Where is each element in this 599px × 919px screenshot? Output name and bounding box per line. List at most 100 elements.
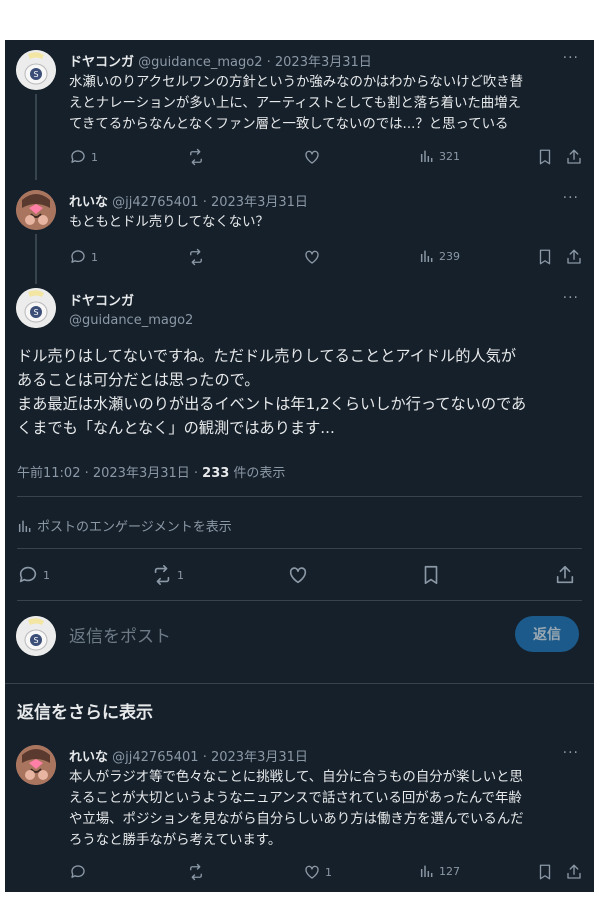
tweet-line: もともとドル売りしてなくない？ bbox=[69, 215, 269, 230]
reply-icon bbox=[71, 150, 85, 163]
avatar[interactable]: S bbox=[16, 288, 56, 328]
bookmark-button[interactable] bbox=[537, 148, 553, 166]
share-button[interactable] bbox=[565, 248, 583, 266]
retweet-button[interactable] bbox=[187, 863, 205, 881]
display-name[interactable]: ドヤコンガ bbox=[69, 55, 134, 70]
avatar[interactable] bbox=[16, 190, 56, 230]
reply-count: 1 bbox=[91, 150, 98, 164]
display-name[interactable]: ドヤコンガ bbox=[69, 290, 193, 309]
thread-line bbox=[35, 94, 37, 180]
timestamp[interactable]: 2023年3月31日 bbox=[211, 195, 308, 210]
more-options-icon[interactable]: ··· bbox=[563, 50, 579, 66]
view-label: 件の表示 bbox=[229, 466, 286, 481]
heart-icon bbox=[289, 567, 307, 584]
reply-button[interactable]: 1 bbox=[69, 248, 98, 266]
tweet-text: もともとドル売りしてなくない？ bbox=[69, 212, 269, 233]
share-button[interactable] bbox=[565, 863, 583, 881]
reply-icon bbox=[71, 250, 85, 263]
timestamp[interactable]: 2023年3月31日 bbox=[211, 750, 308, 765]
heart-icon bbox=[305, 250, 319, 264]
retweet-icon bbox=[190, 148, 202, 166]
tweet-thread: S ドヤコンガ @guidance_mago2 · 2023年3月31日 ···… bbox=[5, 40, 594, 892]
more-replies-heading: 返信をさらに表示 bbox=[17, 703, 153, 723]
user-handle[interactable]: @guidance_mago2 bbox=[138, 55, 262, 70]
engagement-label: ポストのエンゲージメントを表示 bbox=[37, 520, 232, 535]
action-bar: 1 1 bbox=[17, 564, 577, 588]
retweet-count: 1 bbox=[177, 568, 184, 582]
views-button[interactable]: 239 bbox=[419, 248, 460, 264]
share-icon bbox=[567, 249, 581, 264]
bookmark-icon bbox=[539, 249, 551, 265]
tweet-line: まあ最近は水瀬いのりが出るイベントは年1,2くらいしか行ってないのであ bbox=[17, 395, 527, 413]
retweet-button[interactable] bbox=[187, 148, 205, 166]
view-count: 127 bbox=[439, 864, 460, 878]
view-count: 233 bbox=[202, 466, 230, 481]
like-button[interactable] bbox=[303, 248, 321, 266]
reply-tweet[interactable]: れいな @jj42765401 · 2023年3月31日 ··· もともとドル売… bbox=[5, 180, 594, 284]
user-handle[interactable]: @jj42765401 bbox=[112, 195, 198, 210]
share-button[interactable] bbox=[554, 564, 576, 586]
timestamp[interactable]: 2023年3月31日 bbox=[275, 55, 372, 70]
tweet-header: ドヤコンガ @guidance_mago2 · 2023年3月31日 bbox=[69, 51, 372, 70]
reply-button[interactable]: 1 bbox=[69, 148, 98, 166]
reply-button[interactable]: 1 bbox=[17, 564, 50, 586]
avatar[interactable]: S bbox=[16, 50, 56, 90]
heart-icon bbox=[305, 865, 319, 879]
like-count: 1 bbox=[325, 865, 332, 879]
tweet-timestamp: 午前11:02 · 2023年3月31日 · 233 件の表示 bbox=[17, 462, 285, 481]
reply-tweet[interactable]: れいな @jj42765401 · 2023年3月31日 ··· 本人がラジオ等… bbox=[5, 735, 594, 892]
tweet-line: えとナレーションが多い上に、アーティストとしても割と落ち着いた曲増え bbox=[69, 96, 521, 111]
tweet-line: ろうなと勝手ながら考えています。 bbox=[69, 833, 282, 848]
action-bar: 1 321 bbox=[69, 148, 581, 168]
more-options-icon[interactable]: ··· bbox=[563, 290, 579, 306]
views-button[interactable]: 127 bbox=[419, 863, 460, 879]
bookmark-button[interactable] bbox=[421, 564, 441, 586]
user-handle[interactable]: @jj42765401 bbox=[112, 750, 198, 765]
bookmark-button[interactable] bbox=[537, 248, 553, 266]
more-options-icon[interactable]: ··· bbox=[563, 745, 579, 761]
analytics-icon bbox=[18, 520, 31, 532]
bookmark-icon bbox=[539, 864, 551, 880]
tweet-header: ドヤコンガ @guidance_mago2 bbox=[69, 290, 193, 328]
display-name[interactable]: れいな bbox=[69, 750, 108, 765]
separator: · bbox=[202, 195, 207, 210]
like-button[interactable] bbox=[303, 148, 321, 166]
share-icon bbox=[567, 149, 581, 164]
retweet-icon bbox=[190, 248, 202, 266]
like-button[interactable] bbox=[287, 564, 309, 586]
share-button[interactable] bbox=[565, 148, 583, 166]
engagement-link[interactable]: ポストのエンゲージメントを表示 bbox=[17, 516, 232, 535]
reply-tweet[interactable]: S ドヤコンガ @guidance_mago2 · 2023年3月31日 ···… bbox=[5, 40, 594, 180]
user-handle[interactable]: @guidance_mago2 bbox=[69, 313, 193, 328]
timestamp[interactable]: 午前11:02 · 2023年3月31日 · bbox=[17, 466, 202, 481]
reply-button[interactable]: 返信 bbox=[515, 616, 579, 652]
svg-text:S: S bbox=[33, 70, 38, 79]
views-button[interactable]: 321 bbox=[419, 148, 460, 164]
retweet-button[interactable] bbox=[187, 248, 205, 266]
main-tweet: S ドヤコンガ @guidance_mago2 ··· ドル売りはしてないですね… bbox=[5, 284, 594, 684]
more-options-icon[interactable]: ··· bbox=[563, 190, 579, 206]
separator: · bbox=[266, 55, 271, 70]
retweet-icon bbox=[154, 565, 170, 585]
reply-input[interactable]: 返信をポスト bbox=[69, 622, 171, 647]
tweet-line: 水瀬いのりアクセルワンの方針というか強みなのかはわからないけど吹き替 bbox=[69, 75, 524, 90]
divider bbox=[17, 548, 582, 549]
view-count: 239 bbox=[439, 249, 460, 263]
tweet-text: 本人がラジオ等で色々なことに挑戦して、自分に合うもの自分が楽しいと思 えることが… bbox=[69, 767, 524, 851]
tweet-header: れいな @jj42765401 · 2023年3月31日 bbox=[69, 746, 308, 765]
like-button[interactable]: 1 bbox=[303, 863, 332, 881]
share-icon bbox=[556, 565, 574, 584]
display-name[interactable]: れいな bbox=[69, 195, 108, 210]
tweet-line: あることは可分だとは思ったので。 bbox=[17, 371, 260, 389]
reply-icon bbox=[71, 865, 85, 878]
tweet-line: や立場、ポジションを見ながら自分らしいあり方は働き方を選んでいるんだ bbox=[69, 812, 524, 827]
retweet-button[interactable]: 1 bbox=[151, 564, 184, 586]
action-bar: 1 127 bbox=[69, 863, 581, 883]
avatar[interactable] bbox=[16, 745, 56, 785]
svg-text:S: S bbox=[33, 636, 38, 645]
reply-button[interactable] bbox=[69, 863, 87, 881]
divider bbox=[5, 683, 594, 684]
tweet-line: えることが大切というようなニュアンスで話されている回があったんで年齢 bbox=[69, 791, 522, 806]
bookmark-button[interactable] bbox=[537, 863, 553, 881]
reply-icon bbox=[19, 566, 37, 583]
